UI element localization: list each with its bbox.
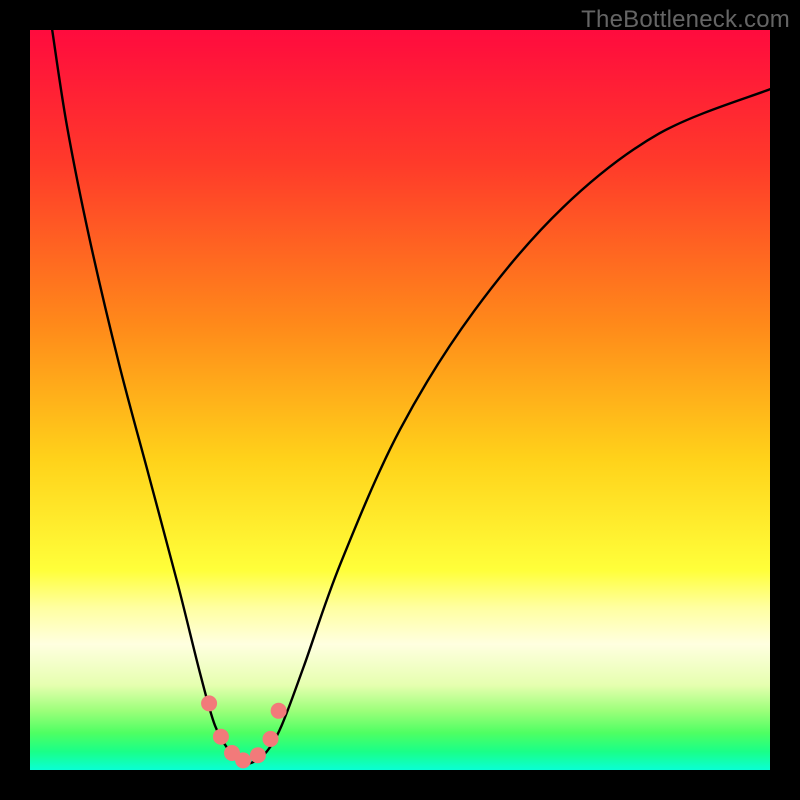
curve-layer [30,30,770,770]
marker-point [201,695,217,711]
marker-point [213,729,229,745]
marker-point [235,752,251,768]
bottleneck-curve [52,30,770,764]
watermark-text: TheBottleneck.com [581,6,790,34]
plot-frame [30,30,770,770]
highlight-markers [201,695,287,768]
marker-point [250,747,266,763]
marker-point [271,703,287,719]
marker-point [263,731,279,747]
